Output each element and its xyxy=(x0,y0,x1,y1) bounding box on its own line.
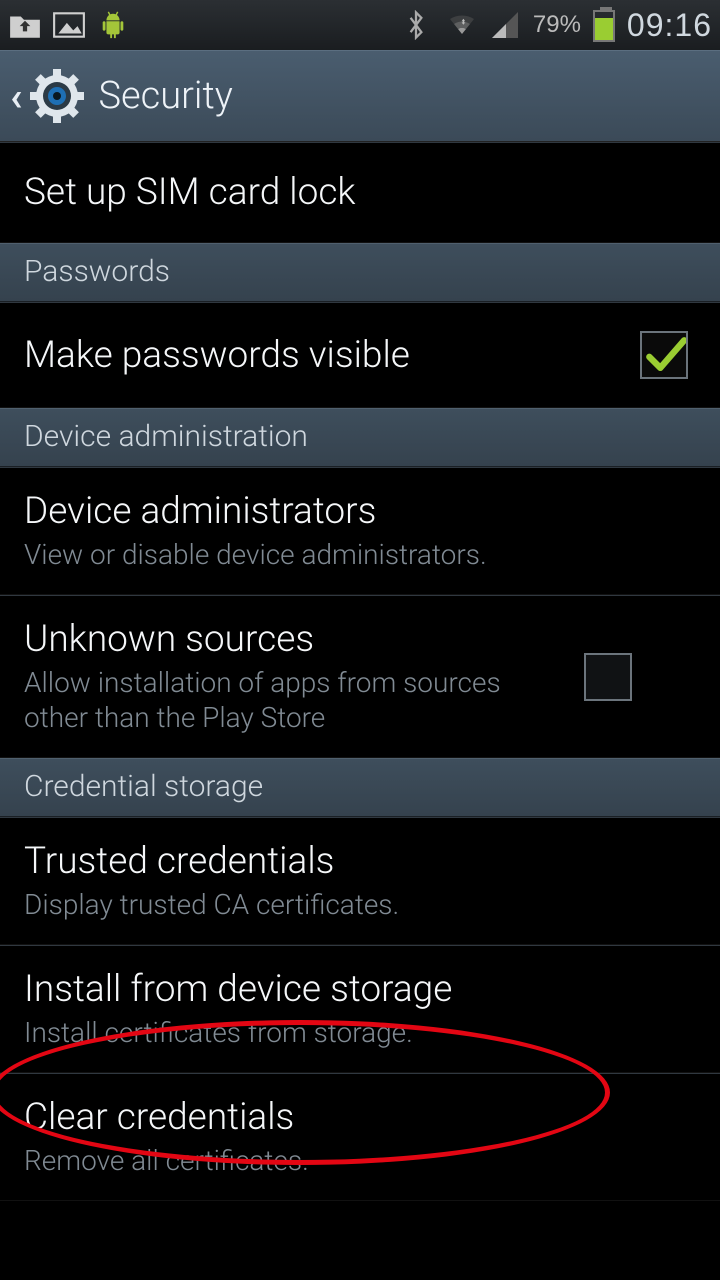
category-credential-storage: Credential storage xyxy=(0,758,720,817)
page-title: Security xyxy=(98,74,232,118)
item-unknown-sources[interactable]: Unknown sources Allow installation of ap… xyxy=(0,595,720,758)
settings-list: Set up SIM card lock Passwords Make pass… xyxy=(0,142,720,1201)
item-subtitle: Install certificates from storage. xyxy=(24,1015,696,1050)
battery-percentage: 79% xyxy=(533,11,581,39)
item-title: Set up SIM card lock xyxy=(24,171,696,214)
item-device-administrators[interactable]: Device administrators View or disable de… xyxy=(0,467,720,595)
category-title: Device administration xyxy=(24,419,696,454)
checkbox-passwords-visible[interactable] xyxy=(640,331,688,379)
cell-signal-icon xyxy=(491,10,519,40)
checkbox-unknown-sources[interactable] xyxy=(584,653,632,701)
battery-icon xyxy=(593,8,615,42)
item-title: Trusted credentials xyxy=(24,840,696,883)
item-subtitle: Remove all certificates. xyxy=(24,1143,696,1178)
item-title: Install from device storage xyxy=(24,968,696,1011)
gallery-icon xyxy=(52,10,86,40)
back-button[interactable]: ‹ xyxy=(10,73,22,120)
action-bar: ‹ Security xyxy=(0,50,720,142)
android-icon xyxy=(96,10,130,40)
item-title: Clear credentials xyxy=(24,1096,696,1139)
item-sim-card-lock[interactable]: Set up SIM card lock xyxy=(0,142,720,243)
category-device-administration: Device administration xyxy=(0,408,720,467)
item-trusted-credentials[interactable]: Trusted credentials Display trusted CA c… xyxy=(0,817,720,945)
status-clock: 09:16 xyxy=(627,7,712,44)
item-subtitle: View or disable device administrators. xyxy=(24,537,696,572)
item-title: Make passwords visible xyxy=(24,334,620,377)
item-subtitle: Display trusted CA certificates. xyxy=(24,887,696,922)
wifi-icon xyxy=(445,10,479,40)
item-subtitle: Allow installation of apps from sources … xyxy=(24,665,564,735)
item-install-from-device-storage[interactable]: Install from device storage Install cert… xyxy=(0,945,720,1073)
item-title: Device administrators xyxy=(24,490,696,533)
category-title: Passwords xyxy=(24,254,696,289)
item-make-passwords-visible[interactable]: Make passwords visible xyxy=(0,302,720,408)
category-title: Credential storage xyxy=(24,769,696,804)
item-clear-credentials[interactable]: Clear credentials Remove all certificate… xyxy=(0,1073,720,1201)
item-title: Unknown sources xyxy=(24,618,564,661)
status-bar: 79% 09:16 xyxy=(0,0,720,50)
category-passwords: Passwords xyxy=(0,243,720,302)
sync-folder-icon xyxy=(8,10,42,40)
bluetooth-icon xyxy=(399,10,433,40)
settings-gear-icon[interactable] xyxy=(30,69,84,123)
checkmark-icon xyxy=(642,331,686,379)
